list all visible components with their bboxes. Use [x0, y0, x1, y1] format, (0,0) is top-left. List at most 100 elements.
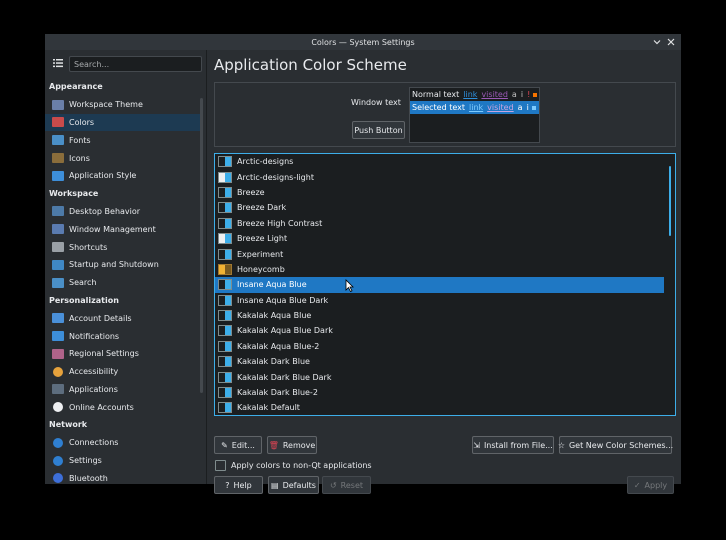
sidebar-item-fonts[interactable]: Fonts — [45, 131, 203, 149]
desktop-behavior-icon — [52, 206, 64, 217]
sidebar-item-label: Search — [69, 278, 97, 288]
scheme-preview-icon — [218, 387, 232, 399]
sidebar-item-notifications[interactable]: Notifications — [45, 327, 203, 345]
color-scheme-item[interactable]: Kakalak Dark Blue Dark — [215, 369, 664, 384]
apply-button-label: Apply — [644, 480, 668, 490]
title-bar: Colors — System Settings — [45, 34, 681, 50]
sidebar-item-application-style[interactable]: Application Style — [45, 167, 203, 185]
sidebar-item-label: Workspace Theme — [69, 100, 143, 110]
color-scheme-item[interactable]: Breeze — [215, 185, 664, 200]
sidebar-item-colors[interactable]: Colors — [45, 113, 203, 132]
color-scheme-item[interactable]: Kakalak Aqua Blue-2 — [215, 339, 664, 354]
sidebar-item-applications[interactable]: Applications — [45, 381, 203, 399]
account-icon — [52, 313, 64, 324]
color-scheme-label: Kakalak Dark Blue-2 — [237, 388, 318, 398]
window-text-label: Window text — [351, 98, 401, 107]
scheme-preview-icon — [218, 310, 232, 322]
apply-non-qt-checkbox[interactable] — [215, 460, 226, 471]
startup-icon — [52, 259, 64, 270]
sidebar-item-label: Notifications — [69, 331, 120, 341]
scheme-preview-icon — [218, 202, 232, 214]
color-scheme-label: Breeze Light — [237, 234, 288, 244]
color-scheme-item[interactable]: Kakalak Dark Blue — [215, 354, 664, 369]
color-scheme-label: Kakalak Dark Blue Dark — [237, 372, 332, 382]
sidebar-item-label: Window Management — [69, 224, 156, 234]
color-scheme-label: Arctic-designs — [237, 157, 294, 167]
scheme-preview-icon — [218, 263, 232, 275]
color-scheme-label: Experiment — [237, 249, 284, 259]
color-scheme-item[interactable]: Kakalak Aqua Blue Dark — [215, 323, 664, 338]
sidebar-search-input[interactable] — [69, 56, 202, 72]
edit-button[interactable]: ✎ Edit... — [214, 436, 262, 454]
sidebar-item-label: Accessibility — [69, 367, 119, 377]
preview-link: link — [463, 90, 478, 99]
sidebar-item-label: Icons — [69, 153, 90, 163]
color-scheme-list[interactable]: Arctic-designs Arctic-designs-light Breeze… — [214, 153, 676, 416]
connections-icon — [53, 437, 63, 448]
workspace-theme-icon — [52, 99, 64, 110]
color-scheme-item[interactable]: Honeycomb — [215, 262, 664, 277]
sidebar-item-window-management[interactable]: Window Management — [45, 220, 203, 238]
color-scheme-item[interactable]: Breeze High Contrast — [215, 216, 664, 231]
sidebar-item-startup-and-shutdown[interactable]: Startup and Shutdown — [45, 256, 203, 274]
sidebar-item-label: Connections — [69, 438, 119, 448]
sidebar-item-label: Desktop Behavior — [69, 206, 141, 216]
sidebar-item-label: Shortcuts — [69, 242, 108, 252]
preview-normal-text: Normal text — [412, 90, 460, 99]
color-scheme-item[interactable]: Experiment — [215, 246, 664, 261]
minimize-button[interactable] — [651, 36, 663, 48]
preview-selected-text: Selected text — [412, 103, 466, 112]
get-new-schemes-button[interactable]: ☆ Get New Color Schemes... — [558, 436, 673, 454]
neutral-swatch — [533, 92, 538, 97]
sidebar-item-label: Regional Settings — [69, 349, 139, 359]
color-scheme-item[interactable]: Arctic-designs-light — [215, 169, 664, 184]
sidebar-item-shortcuts[interactable]: Shortcuts — [45, 238, 203, 256]
sidebar-item-accessibility[interactable]: Accessibility — [45, 363, 203, 381]
color-scheme-label: Breeze — [237, 187, 265, 197]
color-scheme-item[interactable]: Kakalak Aqua Blue — [215, 308, 664, 323]
sidebar-item-workspace-theme[interactable]: Workspace Theme — [45, 96, 203, 114]
sidebar-item-desktop-behavior[interactable]: Desktop Behavior — [45, 203, 203, 221]
help-button[interactable]: ? Help — [214, 476, 263, 494]
color-scheme-item[interactable]: Kakalak Dark Blue-2 — [215, 385, 664, 400]
sidebar-item-label: Applications — [69, 384, 118, 394]
sidebar-item-online-accounts[interactable]: Online Accounts — [45, 398, 203, 416]
settings-window: Colors — System Settings Appearance Works… — [45, 34, 681, 494]
preview-normal-row: Normal text link visited a i! — [410, 88, 539, 101]
sidebar-section-header: Personalization — [49, 295, 119, 305]
sidebar-item-search[interactable]: Search — [45, 274, 203, 292]
sidebar-scrollbar[interactable] — [200, 98, 203, 393]
check-icon: ✓ — [633, 480, 641, 490]
color-scheme-item[interactable]: Breeze Light — [215, 231, 664, 246]
sidebar-item-settings[interactable]: Settings — [45, 452, 203, 470]
color-scheme-item[interactable]: Insane Aqua Blue — [215, 277, 664, 293]
sidebar-item-label: Account Details — [69, 313, 132, 323]
remove-button-label: Remove — [282, 440, 316, 450]
color-scheme-item[interactable]: Kakalak Default — [215, 400, 664, 415]
color-scheme-label: Insane Aqua Blue — [237, 280, 307, 290]
preview-selected-active: a — [517, 103, 523, 112]
close-button[interactable] — [665, 36, 677, 48]
apply-non-qt-checkbox-row[interactable]: Apply colors to non-Qt applications — [215, 460, 372, 471]
color-scheme-item[interactable]: Breeze Dark — [215, 200, 664, 215]
sidebar-item-bluetooth[interactable]: Bluetooth — [45, 470, 203, 484]
sidebar-item-regional-settings[interactable]: Regional Settings — [45, 345, 203, 363]
scheme-preview-icon — [218, 371, 232, 383]
hamburger-menu-button[interactable] — [51, 56, 65, 70]
color-scheme-item[interactable]: Arctic-designs — [215, 154, 664, 169]
sidebar-item-icons[interactable]: Icons — [45, 149, 203, 167]
preview-active-text: a — [511, 90, 517, 99]
color-scheme-item[interactable]: Insane Aqua Blue Dark — [215, 293, 664, 308]
install-from-file-button[interactable]: ⇲ Install from File... — [472, 436, 554, 454]
scheme-list-scrollbar[interactable] — [669, 166, 671, 236]
sidebar-item-account-details[interactable]: Account Details — [45, 309, 203, 327]
regional-icon — [52, 348, 64, 359]
preview-push-button[interactable]: Push Button — [352, 121, 405, 139]
defaults-button[interactable]: ▤ Defaults — [268, 476, 319, 494]
sidebar-item-connections[interactable]: Connections — [45, 434, 203, 452]
color-scheme-label: Kakalak Aqua Blue Dark — [237, 326, 333, 336]
accessibility-icon — [53, 366, 63, 377]
remove-button[interactable]: 🗑 Remove — [267, 436, 317, 454]
reset-button[interactable]: ↺ Reset — [322, 476, 371, 494]
apply-button[interactable]: ✓ Apply — [627, 476, 674, 494]
